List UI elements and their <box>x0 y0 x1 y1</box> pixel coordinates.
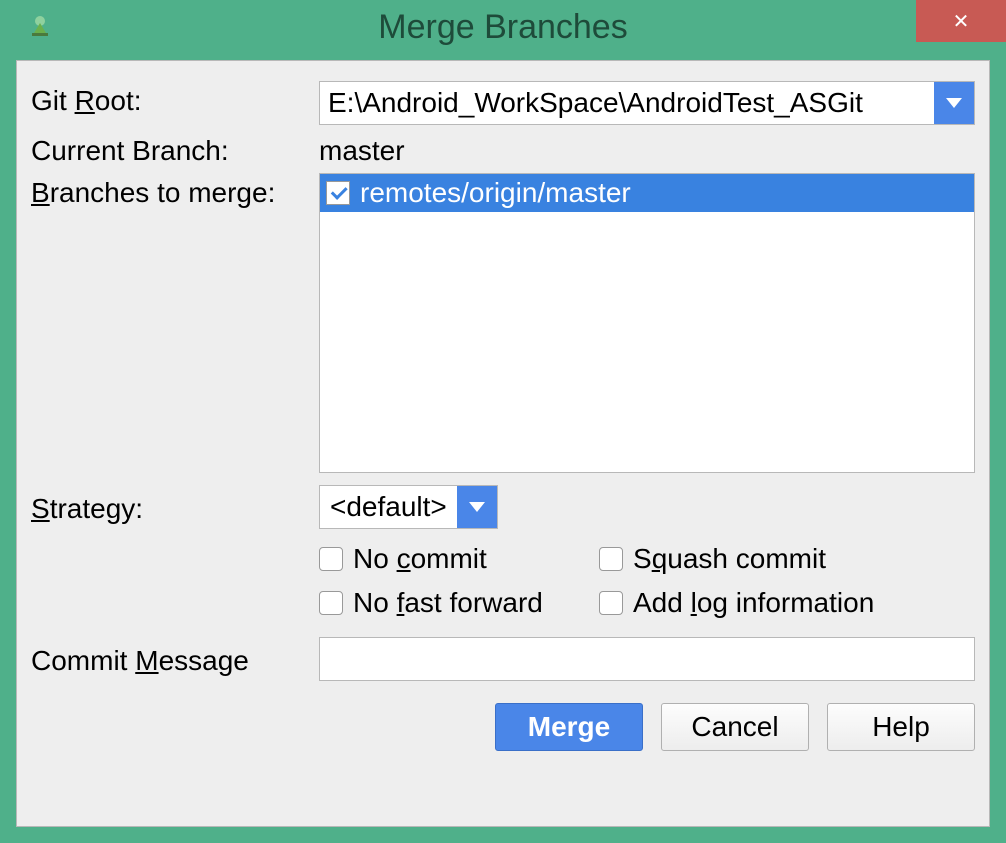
current-branch-label: Current Branch: <box>31 131 319 167</box>
current-branch-row: Current Branch: master <box>31 131 975 167</box>
app-icon <box>24 11 56 43</box>
branch-item-label: remotes/origin/master <box>360 177 631 209</box>
chevron-down-icon <box>469 502 485 512</box>
titlebar: Merge Branches ✕ <box>0 0 1006 54</box>
options-grid: No commit Squash commit No fast forward … <box>319 543 975 619</box>
help-button[interactable]: Help <box>827 703 975 751</box>
squash-commit-checkbox[interactable] <box>599 547 623 571</box>
window-title: Merge Branches <box>0 8 1006 47</box>
commit-message-label: Commit Message <box>31 641 319 677</box>
button-row: Merge Cancel Help <box>31 703 975 751</box>
branches-label: Branches to merge: <box>31 173 319 209</box>
dialog-window: Merge Branches ✕ Git Root: E:\Android_Wo… <box>0 0 1006 843</box>
strategy-dropdown-button[interactable] <box>457 486 497 528</box>
branches-list[interactable]: remotes/origin/master <box>319 173 975 473</box>
git-root-label: Git Root: <box>31 81 319 117</box>
no-fast-forward-option[interactable]: No fast forward <box>319 587 599 619</box>
current-branch-value: master <box>319 131 405 167</box>
git-root-row: Git Root: E:\Android_WorkSpace\AndroidTe… <box>31 81 975 125</box>
strategy-row: Strategy: <default> <box>31 485 975 529</box>
branch-checkbox[interactable] <box>326 181 350 205</box>
commit-message-row: Commit Message <box>31 637 975 681</box>
close-button[interactable]: ✕ <box>916 0 1006 42</box>
no-commit-checkbox[interactable] <box>319 547 343 571</box>
no-commit-option[interactable]: No commit <box>319 543 599 575</box>
no-fast-forward-checkbox[interactable] <box>319 591 343 615</box>
cancel-button[interactable]: Cancel <box>661 703 809 751</box>
squash-commit-option[interactable]: Squash commit <box>599 543 975 575</box>
add-log-option[interactable]: Add log information <box>599 587 975 619</box>
branch-item[interactable]: remotes/origin/master <box>320 174 974 212</box>
branches-row: Branches to merge: remotes/origin/master <box>31 173 975 473</box>
strategy-label: Strategy: <box>31 489 319 525</box>
git-root-combo[interactable]: E:\Android_WorkSpace\AndroidTest_ASGit <box>319 81 975 125</box>
strategy-combo[interactable]: <default> <box>319 485 498 529</box>
merge-button[interactable]: Merge <box>495 703 643 751</box>
close-icon: ✕ <box>953 9 970 34</box>
dialog-content: Git Root: E:\Android_WorkSpace\AndroidTe… <box>16 60 990 827</box>
git-root-dropdown-button[interactable] <box>934 82 974 124</box>
add-log-checkbox[interactable] <box>599 591 623 615</box>
chevron-down-icon <box>946 98 962 108</box>
strategy-value: <default> <box>320 486 457 528</box>
git-root-value: E:\Android_WorkSpace\AndroidTest_ASGit <box>320 82 934 124</box>
commit-message-input[interactable] <box>319 637 975 681</box>
